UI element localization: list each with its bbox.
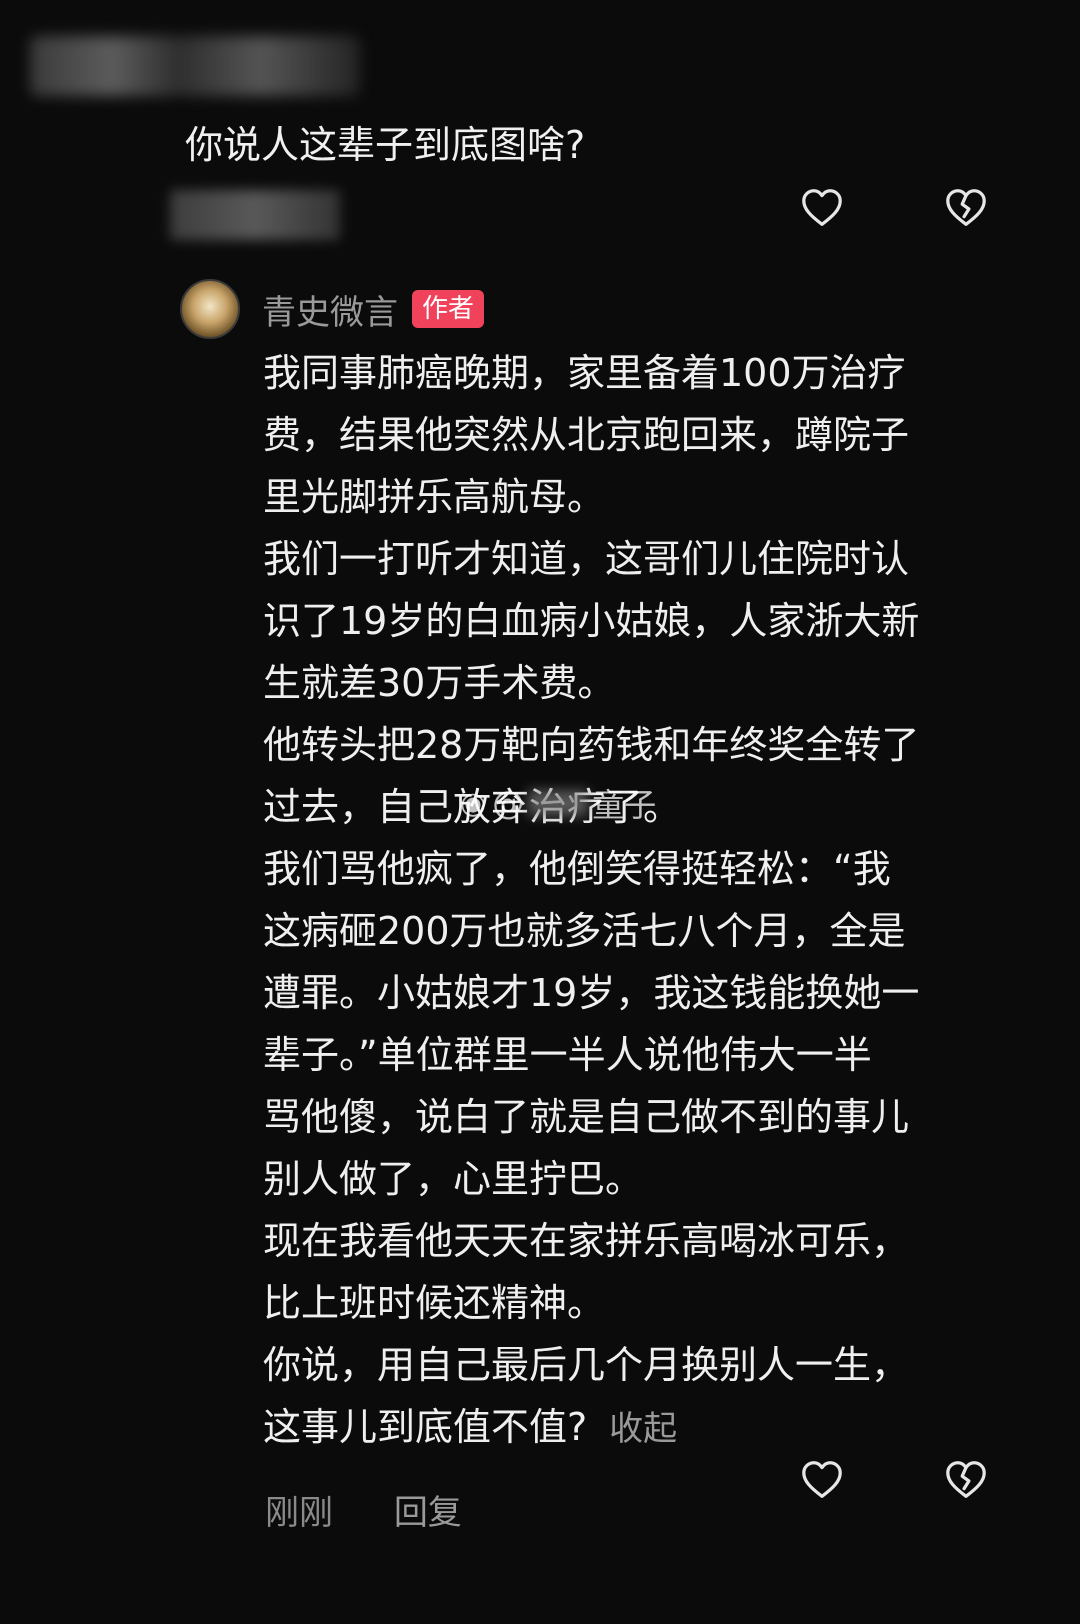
watermark-suffix: 童子 (592, 786, 657, 824)
broken-heart-icon (946, 189, 986, 226)
like-button[interactable] (794, 180, 850, 236)
reply-footer: 刚刚 回复 (265, 1485, 462, 1534)
reply-line: 辈子。”单位群里一半人说他伟大一半 (263, 1033, 872, 1077)
blurred-meta (170, 190, 340, 240)
reply-line: 我同事肺癌晚期，家里备着100万治疗 (263, 351, 906, 395)
heart-outline-icon (802, 1461, 842, 1498)
reply-line: 这事儿到底值不值? (263, 1405, 588, 1449)
reply-line: 里光脚拼乐高航母。 (263, 475, 606, 519)
reply-line: 识了19岁的白血病小姑娘，人家浙大新 (263, 599, 920, 643)
reply-line: 别人做了，心里拧巴。 (263, 1157, 644, 1201)
watermark: ◉ @ 童子 (460, 780, 656, 826)
blurred-username (30, 36, 360, 96)
timestamp: 刚刚 (265, 1493, 333, 1533)
reply-like-button[interactable] (794, 1452, 850, 1508)
collapse-link[interactable]: 收起 (609, 1409, 677, 1449)
reply-header: 青史微言 作者 (180, 276, 485, 342)
author-name[interactable]: 青史微言 (262, 285, 398, 334)
reply-line: 遭罪。小姑娘才19岁，我这钱能换她一 (263, 971, 920, 1015)
weibo-logo-icon: ◉ (460, 785, 487, 821)
reply-line: 生就差30万手术费。 (263, 661, 616, 705)
watermark-blur (528, 790, 589, 816)
reply-line: 比上班时候还精神。 (263, 1281, 606, 1325)
top-comment-text: 你说人这辈子到底图啥? (185, 123, 586, 167)
author-badge: 作者 (412, 290, 485, 328)
reply-line: 我们骂他疯了，他倒笑得挺轻松：“我 (263, 847, 891, 891)
watermark-at: @ (492, 784, 525, 822)
reply-line: 骂他傻，说白了就是自己做不到的事儿 (263, 1095, 910, 1139)
heart-outline-icon (802, 189, 842, 226)
dislike-button[interactable] (938, 180, 994, 236)
avatar[interactable] (180, 279, 240, 339)
reply-line: 这病砸200万也就多活七八个月，全是 (263, 909, 906, 953)
reply-button[interactable]: 回复 (394, 1493, 462, 1533)
reply-line: 现在我看他天天在家拼乐高喝冰可乐， (263, 1219, 910, 1263)
reply-dislike-button[interactable] (938, 1452, 994, 1508)
reply-line: 你说，用自己最后几个月换别人一生， (263, 1343, 910, 1387)
reply-line: 我们一打听才知道，这哥们儿住院时认 (263, 537, 910, 581)
reply-line: 他转头把28万靶向药钱和年终奖全转了 (263, 723, 920, 767)
reply-last-line: 这事儿到底值不值? 收起 (263, 1396, 1033, 1460)
reply-line: 费，结果他突然从北京跑回来，蹲院子 (263, 413, 910, 457)
broken-heart-icon (946, 1461, 986, 1498)
reply-body: 我同事肺癌晚期，家里备着100万治疗 费，结果他突然从北京跑回来，蹲院子 里光脚… (263, 342, 1033, 1460)
